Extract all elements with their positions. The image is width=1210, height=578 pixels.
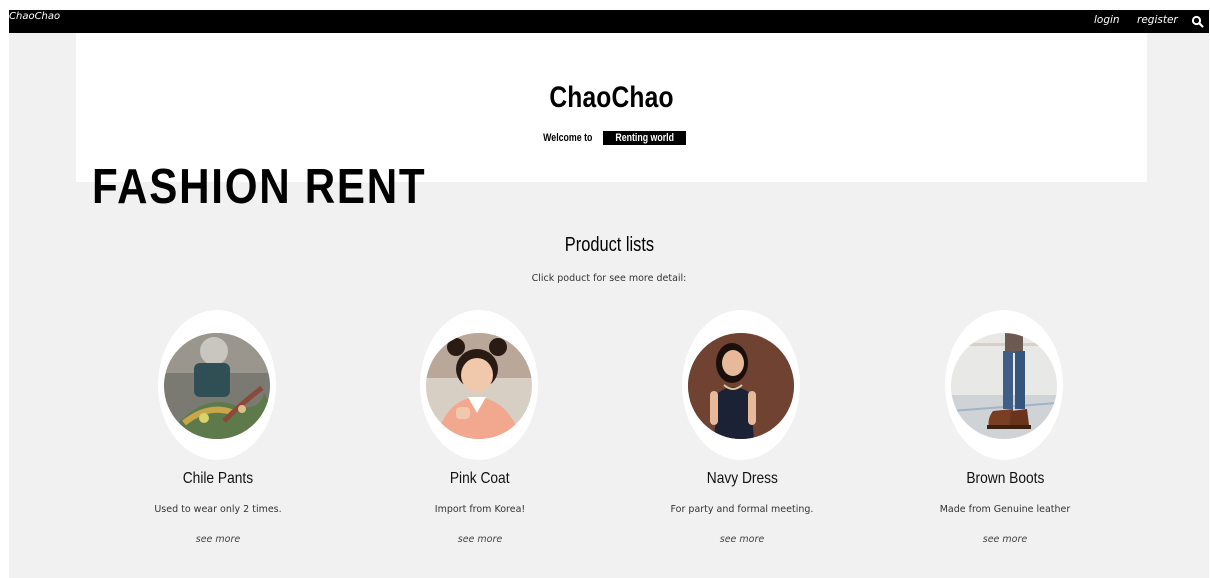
product-name[interactable]: Navy Dress [612, 470, 872, 488]
search-icon[interactable] [1191, 14, 1205, 28]
section-subtitle: Click poduct for see more detail: [531, 273, 687, 284]
banner-heading: FASHION RENT [92, 160, 427, 214]
product-name[interactable]: Pink Coat [350, 470, 610, 488]
product-image-frame [945, 310, 1063, 460]
product-image-frame [682, 310, 800, 460]
welcome-prefix: Welcome to [543, 132, 593, 144]
product-image[interactable] [688, 333, 794, 439]
section-title: Product lists [564, 234, 654, 256]
product-card[interactable]: Brown Boots Made from Genuine leather se… [875, 310, 1135, 550]
top-navbar: ChaoChao login register [9, 10, 1209, 33]
product-name[interactable]: Brown Boots [875, 470, 1135, 488]
product-card[interactable]: Chile Pants Used to wear only 2 times. s… [88, 310, 348, 550]
product-card[interactable]: Pink Coat Import from Korea! see more [350, 310, 610, 550]
see-more-link[interactable]: see more [88, 534, 348, 545]
product-image[interactable] [164, 333, 270, 439]
see-more-link[interactable]: see more [350, 534, 610, 545]
product-image[interactable] [426, 333, 532, 439]
product-description: Import from Korea! [434, 504, 526, 515]
product-description: Used to wear only 2 times. [154, 504, 282, 515]
register-link[interactable]: register [1137, 14, 1178, 26]
see-more-link[interactable]: see more [612, 534, 872, 545]
product-image-frame [158, 310, 276, 460]
product-name[interactable]: Chile Pants [88, 470, 348, 488]
product-image-frame [420, 310, 538, 460]
welcome-badge: Renting world [602, 131, 686, 145]
product-description: For party and formal meeting. [670, 504, 814, 515]
site-title: ChaoChao [549, 81, 674, 114]
welcome-line: Welcome to Renting world [76, 131, 1147, 145]
product-description: Made from Genuine leather [939, 504, 1071, 515]
page: ChaoChao login register ChaoChao Welcome… [9, 10, 1209, 578]
product-card[interactable]: Navy Dress For party and formal meeting.… [612, 310, 872, 550]
login-link[interactable]: login [1094, 14, 1120, 26]
product-image[interactable] [951, 333, 1057, 439]
see-more-link[interactable]: see more [875, 534, 1135, 545]
brand-link[interactable]: ChaoChao [9, 11, 60, 22]
